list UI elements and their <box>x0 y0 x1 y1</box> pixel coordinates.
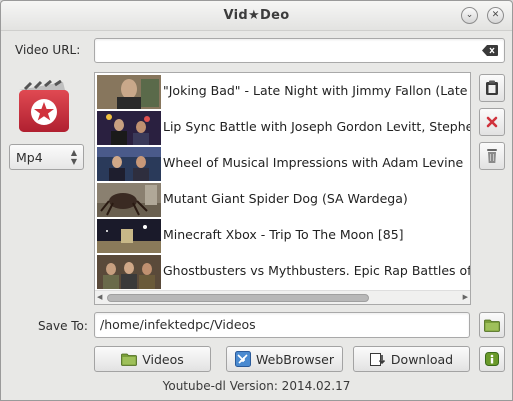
video-title: Minecraft Xbox - Trip To The Moon [85] <box>163 227 404 242</box>
youtube-dl-version: Youtube-dl Version: 2014.02.17 <box>162 379 351 393</box>
video-title: "Joking Bad" - Late Night with Jimmy Fal… <box>163 83 470 98</box>
list-item[interactable]: Minecraft Xbox - Trip To The Moon [85] <box>96 217 470 253</box>
trash-icon <box>487 149 497 163</box>
window-title: Vid★Deo <box>223 8 290 23</box>
minimize-button[interactable]: ⌄ <box>461 7 478 24</box>
video-thumbnail <box>97 183 161 217</box>
video-thumbnail <box>97 75 161 109</box>
clipboard-icon <box>486 80 498 95</box>
backspace-clear-icon[interactable] <box>482 45 498 56</box>
paste-button[interactable] <box>479 74 505 102</box>
videos-button[interactable]: Videos <box>94 346 211 372</box>
video-url-label: Video URL: <box>15 43 81 57</box>
video-title: Wheel of Musical Impressions with Adam L… <box>163 155 464 170</box>
folder-icon <box>121 353 138 366</box>
list-item[interactable]: Lip Sync Battle with Joseph Gordon Levit… <box>96 109 470 145</box>
spin-arrows-icon: ▲ ▼ <box>70 148 77 166</box>
info-icon <box>485 352 499 366</box>
horizontal-scrollbar[interactable]: ◀ ▶ <box>95 290 470 304</box>
save-to-input[interactable]: /home/infektedpc/Videos <box>94 312 470 338</box>
download-button-label: Download <box>390 351 454 367</box>
webbrowser-button-label: WebBrowser <box>256 351 334 367</box>
chevron-down-icon: ⌄ <box>465 10 474 20</box>
list-item[interactable]: Mutant Giant Spider Dog (SA Wardega) <box>96 181 470 217</box>
webbrowser-button[interactable]: WebBrowser <box>226 346 343 372</box>
app-logo-clapperboard-icon <box>19 80 69 132</box>
scroll-left-icon[interactable]: ◀ <box>97 293 102 301</box>
video-list[interactable]: "Joking Bad" - Late Night with Jimmy Fal… <box>94 72 471 305</box>
download-icon <box>369 352 385 366</box>
format-select[interactable]: Mp4 ▲ ▼ <box>9 144 84 170</box>
video-thumbnail <box>97 219 161 253</box>
app-window: Vid★Deo ⌄ ✕ Video URL: Mp4 ▲ ▼ "Joking B… <box>0 0 513 401</box>
video-thumbnail <box>97 111 161 145</box>
format-selected-value: Mp4 <box>16 150 43 165</box>
video-url-input[interactable] <box>94 38 505 63</box>
list-item[interactable]: Ghostbusters vs Mythbusters. Epic Rap Ba… <box>96 253 471 289</box>
web-browser-icon <box>235 351 252 367</box>
info-button[interactable] <box>479 346 505 372</box>
title-bar[interactable]: Vid★Deo ⌄ ✕ <box>1 1 512 31</box>
download-button[interactable]: Download <box>353 346 470 372</box>
list-item[interactable]: "Joking Bad" - Late Night with Jimmy Fal… <box>96 73 470 109</box>
remove-button[interactable] <box>479 108 505 136</box>
video-title: Lip Sync Battle with Joseph Gordon Levit… <box>163 119 470 134</box>
save-to-path: /home/infektedpc/Videos <box>100 317 256 332</box>
video-title: Ghostbusters vs Mythbusters. Epic Rap Ba… <box>163 263 471 278</box>
close-icon: ✕ <box>491 10 500 20</box>
scroll-right-icon[interactable]: ▶ <box>463 293 468 301</box>
browse-folder-button[interactable] <box>479 312 505 338</box>
scrollbar-thumb[interactable] <box>107 294 369 302</box>
folder-icon <box>484 319 500 332</box>
clear-list-button[interactable] <box>479 142 505 170</box>
video-thumbnail <box>97 147 161 181</box>
red-x-icon <box>486 116 498 128</box>
close-button[interactable]: ✕ <box>487 7 504 24</box>
videos-button-label: Videos <box>142 351 184 367</box>
save-to-label: Save To: <box>38 319 88 333</box>
list-item[interactable]: Wheel of Musical Impressions with Adam L… <box>96 145 470 181</box>
video-title: Mutant Giant Spider Dog (SA Wardega) <box>163 191 408 206</box>
video-thumbnail <box>97 255 161 289</box>
